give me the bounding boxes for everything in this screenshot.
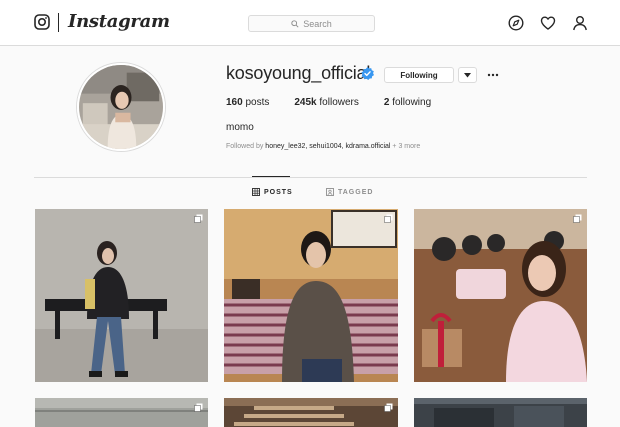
posts-stat: 160 posts xyxy=(226,97,269,108)
followers-label: followers xyxy=(319,97,359,108)
search-input[interactable]: Search xyxy=(248,15,375,32)
followed-by-suffix: + 3 more xyxy=(390,143,421,150)
compass-icon[interactable] xyxy=(508,15,524,31)
tab-posts[interactable]: POSTS xyxy=(252,188,293,196)
post-tile[interactable] xyxy=(224,209,398,382)
suggestions-dropdown-button[interactable] xyxy=(458,67,477,83)
posts-count: 160 xyxy=(226,97,243,108)
tabs-divider xyxy=(34,177,587,178)
more-options-button[interactable] xyxy=(485,67,501,83)
followers-stat[interactable]: 245k followers xyxy=(294,97,359,108)
active-tab-indicator xyxy=(252,176,290,177)
followed-by-prefix: Followed by xyxy=(226,143,266,150)
post-tile[interactable] xyxy=(35,209,208,382)
tab-tagged-label: TAGGED xyxy=(338,188,374,196)
top-navigation-bar: Instagram Search xyxy=(0,0,620,46)
post-tile[interactable] xyxy=(414,398,587,427)
profile-stats: 160 posts 245k followers 2 following xyxy=(226,97,456,108)
chevron-down-icon xyxy=(464,72,471,77)
post-tile[interactable] xyxy=(414,209,587,382)
following-label: following xyxy=(392,97,432,108)
multiple-photos-icon xyxy=(573,214,582,223)
heart-icon[interactable] xyxy=(540,15,556,31)
profile-username: kosoyoung_official xyxy=(226,63,371,83)
verified-badge-icon xyxy=(361,67,374,80)
following-stat[interactable]: 2 following xyxy=(384,97,431,108)
post-photo xyxy=(35,209,208,382)
search-placeholder: Search xyxy=(303,18,332,29)
posts-label: posts xyxy=(245,97,270,108)
search-icon xyxy=(291,19,299,28)
tab-posts-label: POSTS xyxy=(264,188,293,196)
multiple-photos-icon xyxy=(384,403,393,412)
post-photo xyxy=(414,398,587,427)
tag-icon xyxy=(326,188,334,196)
post-tile[interactable] xyxy=(224,398,398,427)
following-button[interactable]: Following xyxy=(384,67,454,83)
logo-divider xyxy=(58,13,59,32)
post-tile[interactable] xyxy=(35,398,208,427)
tab-tagged[interactable]: TAGGED xyxy=(326,188,373,196)
followed-by-text[interactable]: Followed by honey_lee32, sehui1004, kdra… xyxy=(226,143,420,150)
grid-icon xyxy=(252,188,260,196)
multiple-photos-icon xyxy=(194,403,203,412)
instagram-glyph-icon[interactable] xyxy=(34,14,50,30)
instagram-wordmark[interactable]: Instagram xyxy=(68,11,170,32)
profile-avatar[interactable] xyxy=(77,63,165,151)
post-photo xyxy=(414,209,587,382)
multiple-photos-icon xyxy=(194,214,203,223)
person-icon[interactable] xyxy=(572,15,588,31)
followed-by-users: honey_lee32, sehui1004, kdrama.official xyxy=(265,143,391,150)
more-dots-icon xyxy=(487,73,499,77)
profile-bio-name: momo xyxy=(226,122,254,133)
following-count: 2 xyxy=(383,97,390,108)
multiple-photos-icon xyxy=(384,214,393,223)
post-photo xyxy=(224,209,398,382)
post-photo xyxy=(224,398,398,427)
post-photo xyxy=(35,398,208,427)
followers-count: 245k xyxy=(294,97,317,108)
